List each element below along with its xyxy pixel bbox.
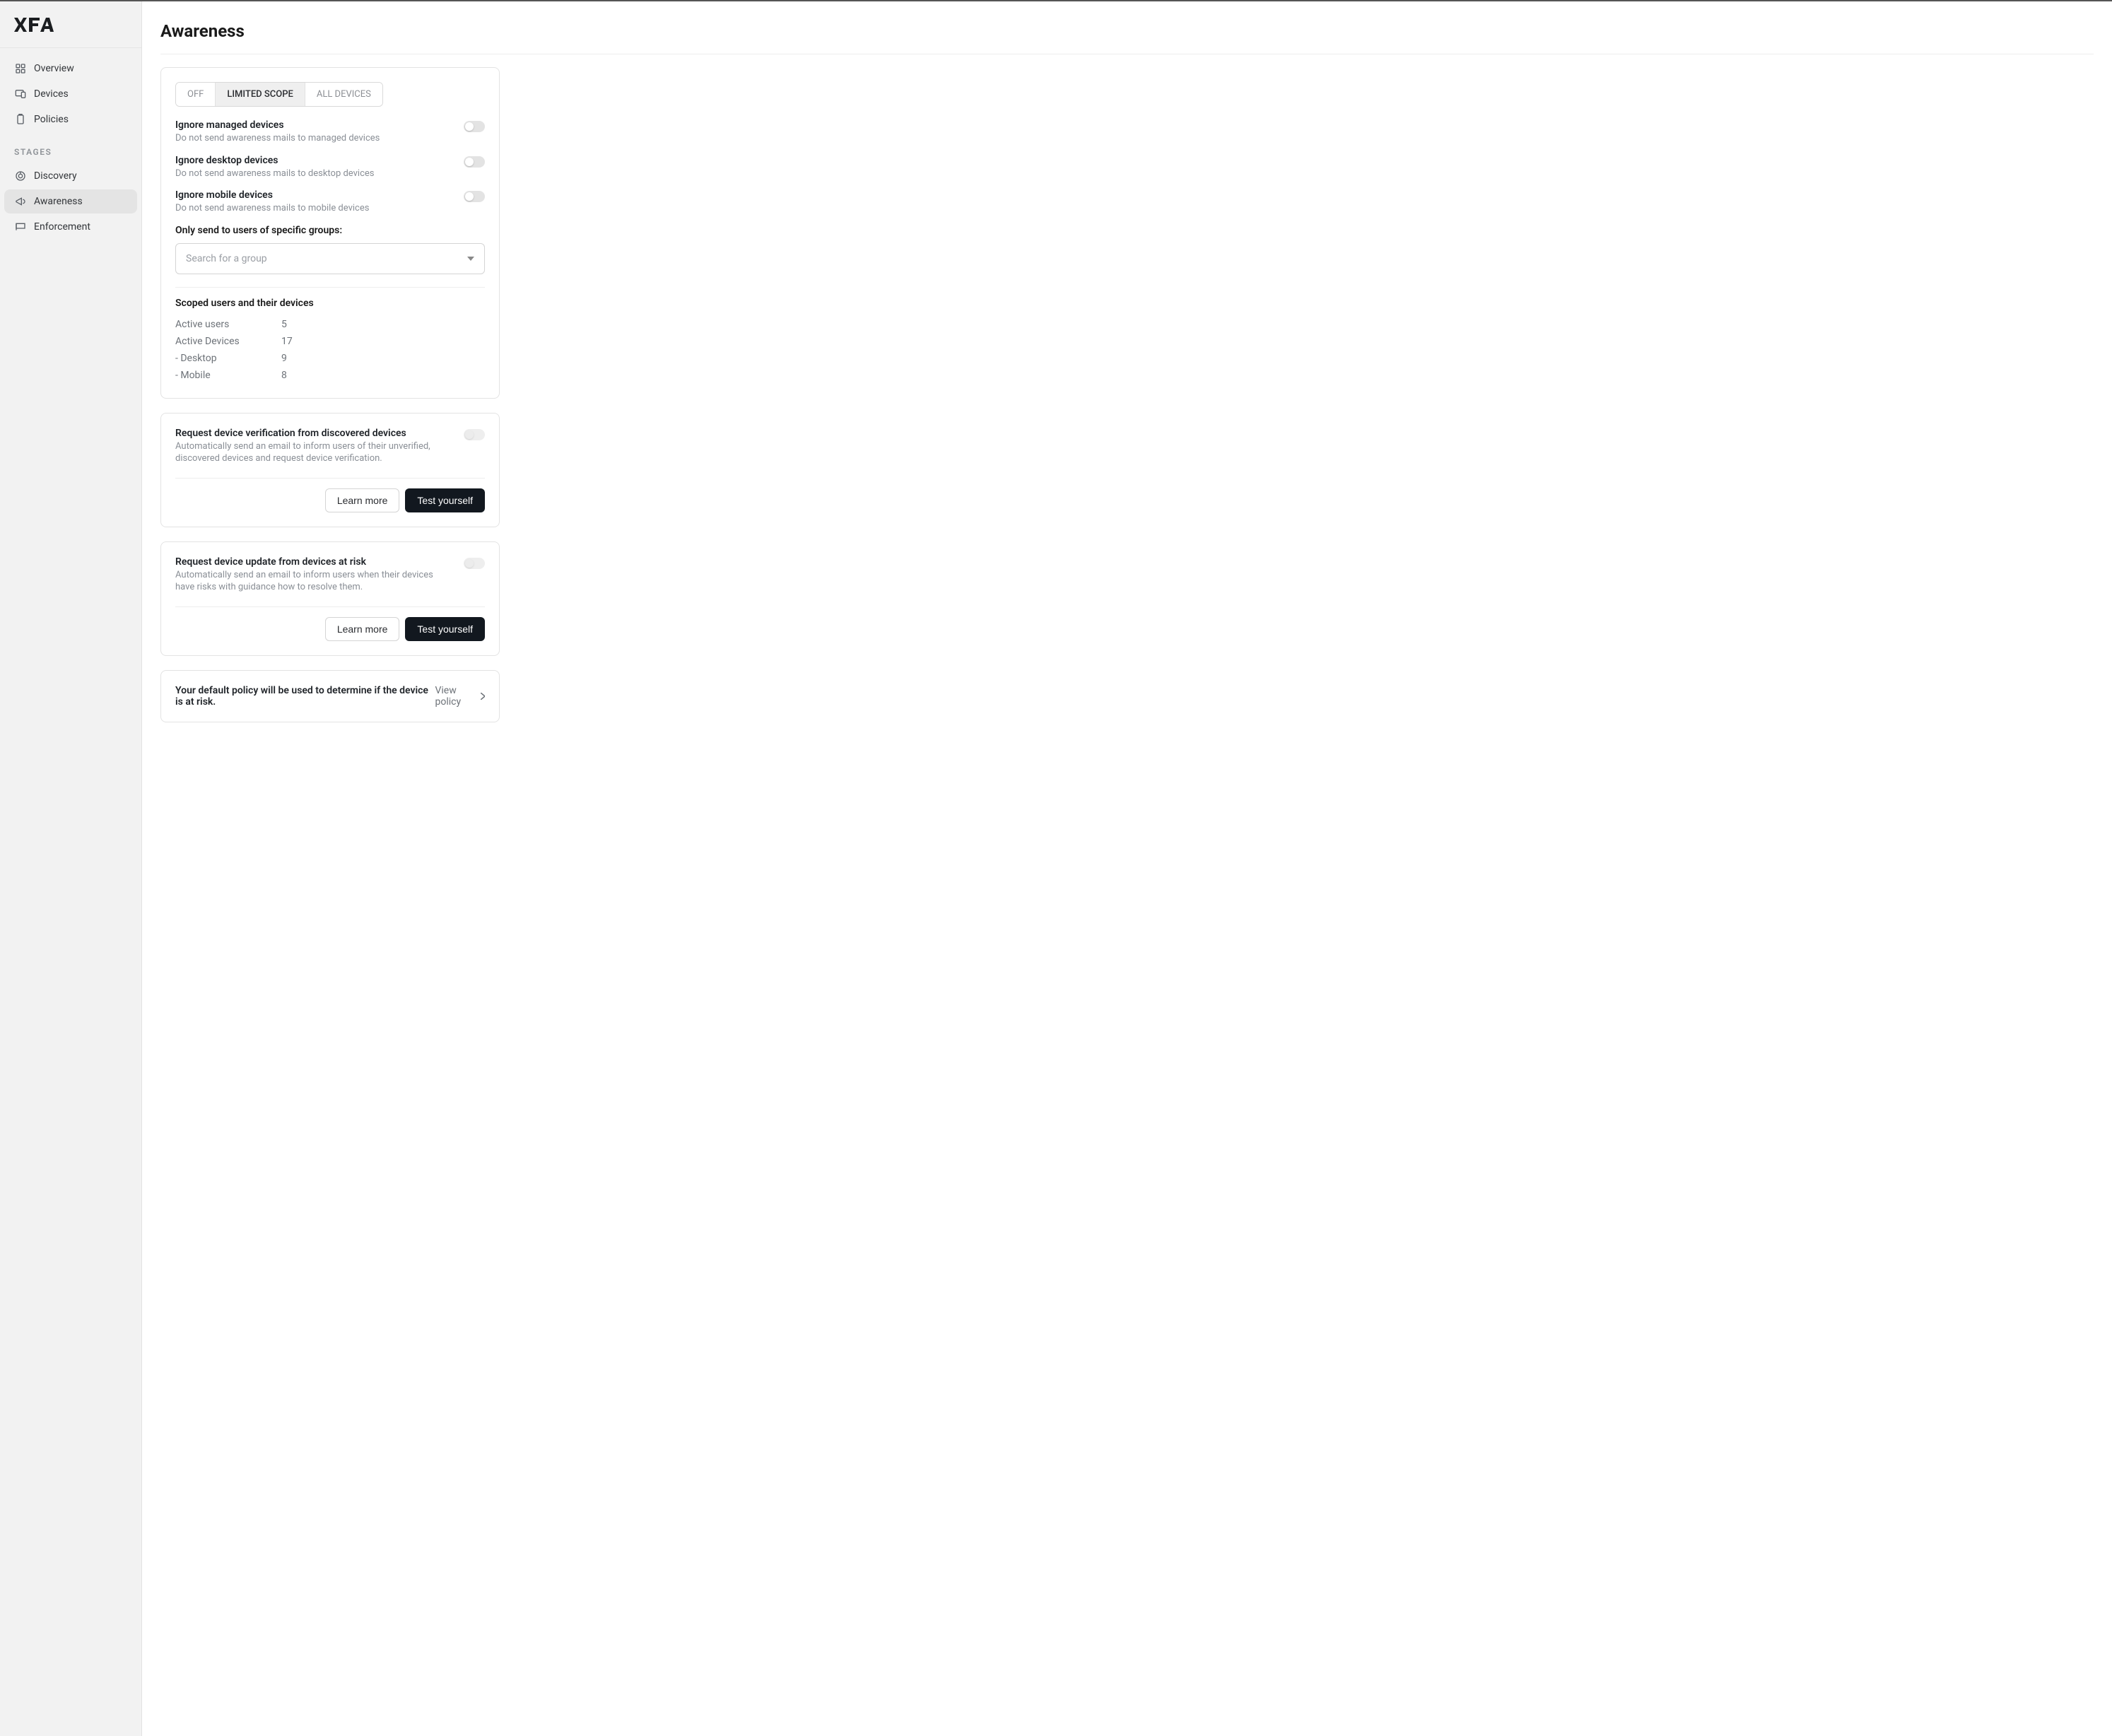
sidebar-item-policies[interactable]: Policies xyxy=(4,107,137,131)
sidebar-item-label: Devices xyxy=(34,88,69,100)
sidebar-item-label: Policies xyxy=(34,114,69,125)
stat-label: Active Devices xyxy=(175,336,281,347)
verification-setting: Request device verification from discove… xyxy=(175,428,485,465)
stat-label: - Mobile xyxy=(175,370,281,381)
view-policy-link[interactable]: View policy xyxy=(435,685,485,708)
nav: Overview Devices Policies STAGES Discov xyxy=(0,48,141,247)
discovery-icon xyxy=(14,170,27,182)
toggle-ignore-managed[interactable] xyxy=(464,121,485,132)
scope-tab-off[interactable]: OFF xyxy=(176,83,216,106)
scope-card: OFF LIMITED SCOPE ALL DEVICES Ignore man… xyxy=(160,67,500,399)
setting-title: Ignore managed devices xyxy=(175,119,452,131)
setting-desc: Do not send awareness mails to desktop d… xyxy=(175,168,452,180)
setting-title: Request device verification from discove… xyxy=(175,428,452,439)
test-yourself-button[interactable]: Test yourself xyxy=(405,488,485,512)
groups-label: Only send to users of specific groups: xyxy=(175,225,485,236)
sidebar-section-stages: STAGES xyxy=(4,133,137,163)
setting-desc: Do not send awareness mails to mobile de… xyxy=(175,202,452,215)
stat-row: Active Devices 17 xyxy=(175,333,485,350)
logo xyxy=(0,1,141,48)
stat-value: 5 xyxy=(281,319,287,330)
policy-notice-card: Your default policy will be used to dete… xyxy=(160,670,500,722)
policies-icon xyxy=(14,113,27,126)
test-yourself-button[interactable]: Test yourself xyxy=(405,617,485,641)
group-select[interactable]: Search for a group xyxy=(175,243,485,274)
brand-logo-icon xyxy=(14,17,54,33)
stat-label: Active users xyxy=(175,319,281,330)
toggle-ignore-desktop[interactable] xyxy=(464,156,485,168)
enforcement-icon xyxy=(14,221,27,233)
learn-more-button[interactable]: Learn more xyxy=(325,488,400,512)
stat-label: - Desktop xyxy=(175,353,281,364)
sidebar-item-label: Discovery xyxy=(34,170,77,182)
toggle-verification[interactable] xyxy=(464,429,485,440)
toggle-update[interactable] xyxy=(464,558,485,569)
divider xyxy=(175,478,485,479)
scope-tabs: OFF LIMITED SCOPE ALL DEVICES xyxy=(175,82,383,107)
scope-tab-limited[interactable]: LIMITED SCOPE xyxy=(216,83,305,106)
stat-value: 8 xyxy=(281,370,287,381)
toggle-ignore-mobile[interactable] xyxy=(464,191,485,202)
stat-value: 17 xyxy=(281,336,293,347)
setting-desc: Do not send awareness mails to managed d… xyxy=(175,132,452,145)
sidebar-item-label: Overview xyxy=(34,63,74,74)
sidebar-item-enforcement[interactable]: Enforcement xyxy=(4,215,137,239)
sidebar-item-discovery[interactable]: Discovery xyxy=(4,164,137,188)
stat-value: 9 xyxy=(281,353,287,364)
setting-title: Ignore mobile devices xyxy=(175,189,452,201)
stat-row: - Desktop 9 xyxy=(175,350,485,367)
devices-icon xyxy=(14,88,27,100)
sidebar-item-overview[interactable]: Overview xyxy=(4,57,137,81)
sidebar-item-devices[interactable]: Devices xyxy=(4,82,137,106)
group-select-placeholder: Search for a group xyxy=(186,253,267,264)
awareness-icon xyxy=(14,195,27,208)
setting-ignore-mobile: Ignore mobile devices Do not send awaren… xyxy=(175,189,485,215)
update-setting: Request device update from devices at ri… xyxy=(175,556,485,594)
setting-desc: Automatically send an email to inform us… xyxy=(175,569,452,594)
setting-desc: Automatically send an email to inform us… xyxy=(175,440,452,465)
sidebar-item-awareness[interactable]: Awareness xyxy=(4,189,137,213)
sidebar-item-label: Awareness xyxy=(34,196,83,207)
learn-more-button[interactable]: Learn more xyxy=(325,617,400,641)
sidebar-item-label: Enforcement xyxy=(34,221,90,233)
stat-row: - Mobile 8 xyxy=(175,367,485,384)
update-card: Request device update from devices at ri… xyxy=(160,541,500,656)
chevron-down-icon xyxy=(467,257,474,261)
setting-title: Request device update from devices at ri… xyxy=(175,556,452,568)
divider xyxy=(175,606,485,607)
stats-title: Scoped users and their devices xyxy=(175,298,485,309)
stat-row: Active users 5 xyxy=(175,316,485,333)
scope-tab-all[interactable]: ALL DEVICES xyxy=(305,83,382,106)
main-content: Awareness OFF LIMITED SCOPE ALL DEVICES … xyxy=(142,1,2112,1736)
overview-icon xyxy=(14,62,27,75)
divider xyxy=(175,287,485,288)
chevron-right-icon xyxy=(481,693,485,700)
policy-notice-text: Your default policy will be used to dete… xyxy=(175,685,435,708)
sidebar: Overview Devices Policies STAGES Discov xyxy=(0,1,142,1736)
setting-ignore-desktop: Ignore desktop devices Do not send aware… xyxy=(175,155,485,180)
setting-title: Ignore desktop devices xyxy=(175,155,452,166)
page-title: Awareness xyxy=(160,21,2094,54)
verification-card: Request device verification from discove… xyxy=(160,413,500,527)
setting-ignore-managed: Ignore managed devices Do not send aware… xyxy=(175,119,485,145)
view-policy-label: View policy xyxy=(435,685,478,708)
